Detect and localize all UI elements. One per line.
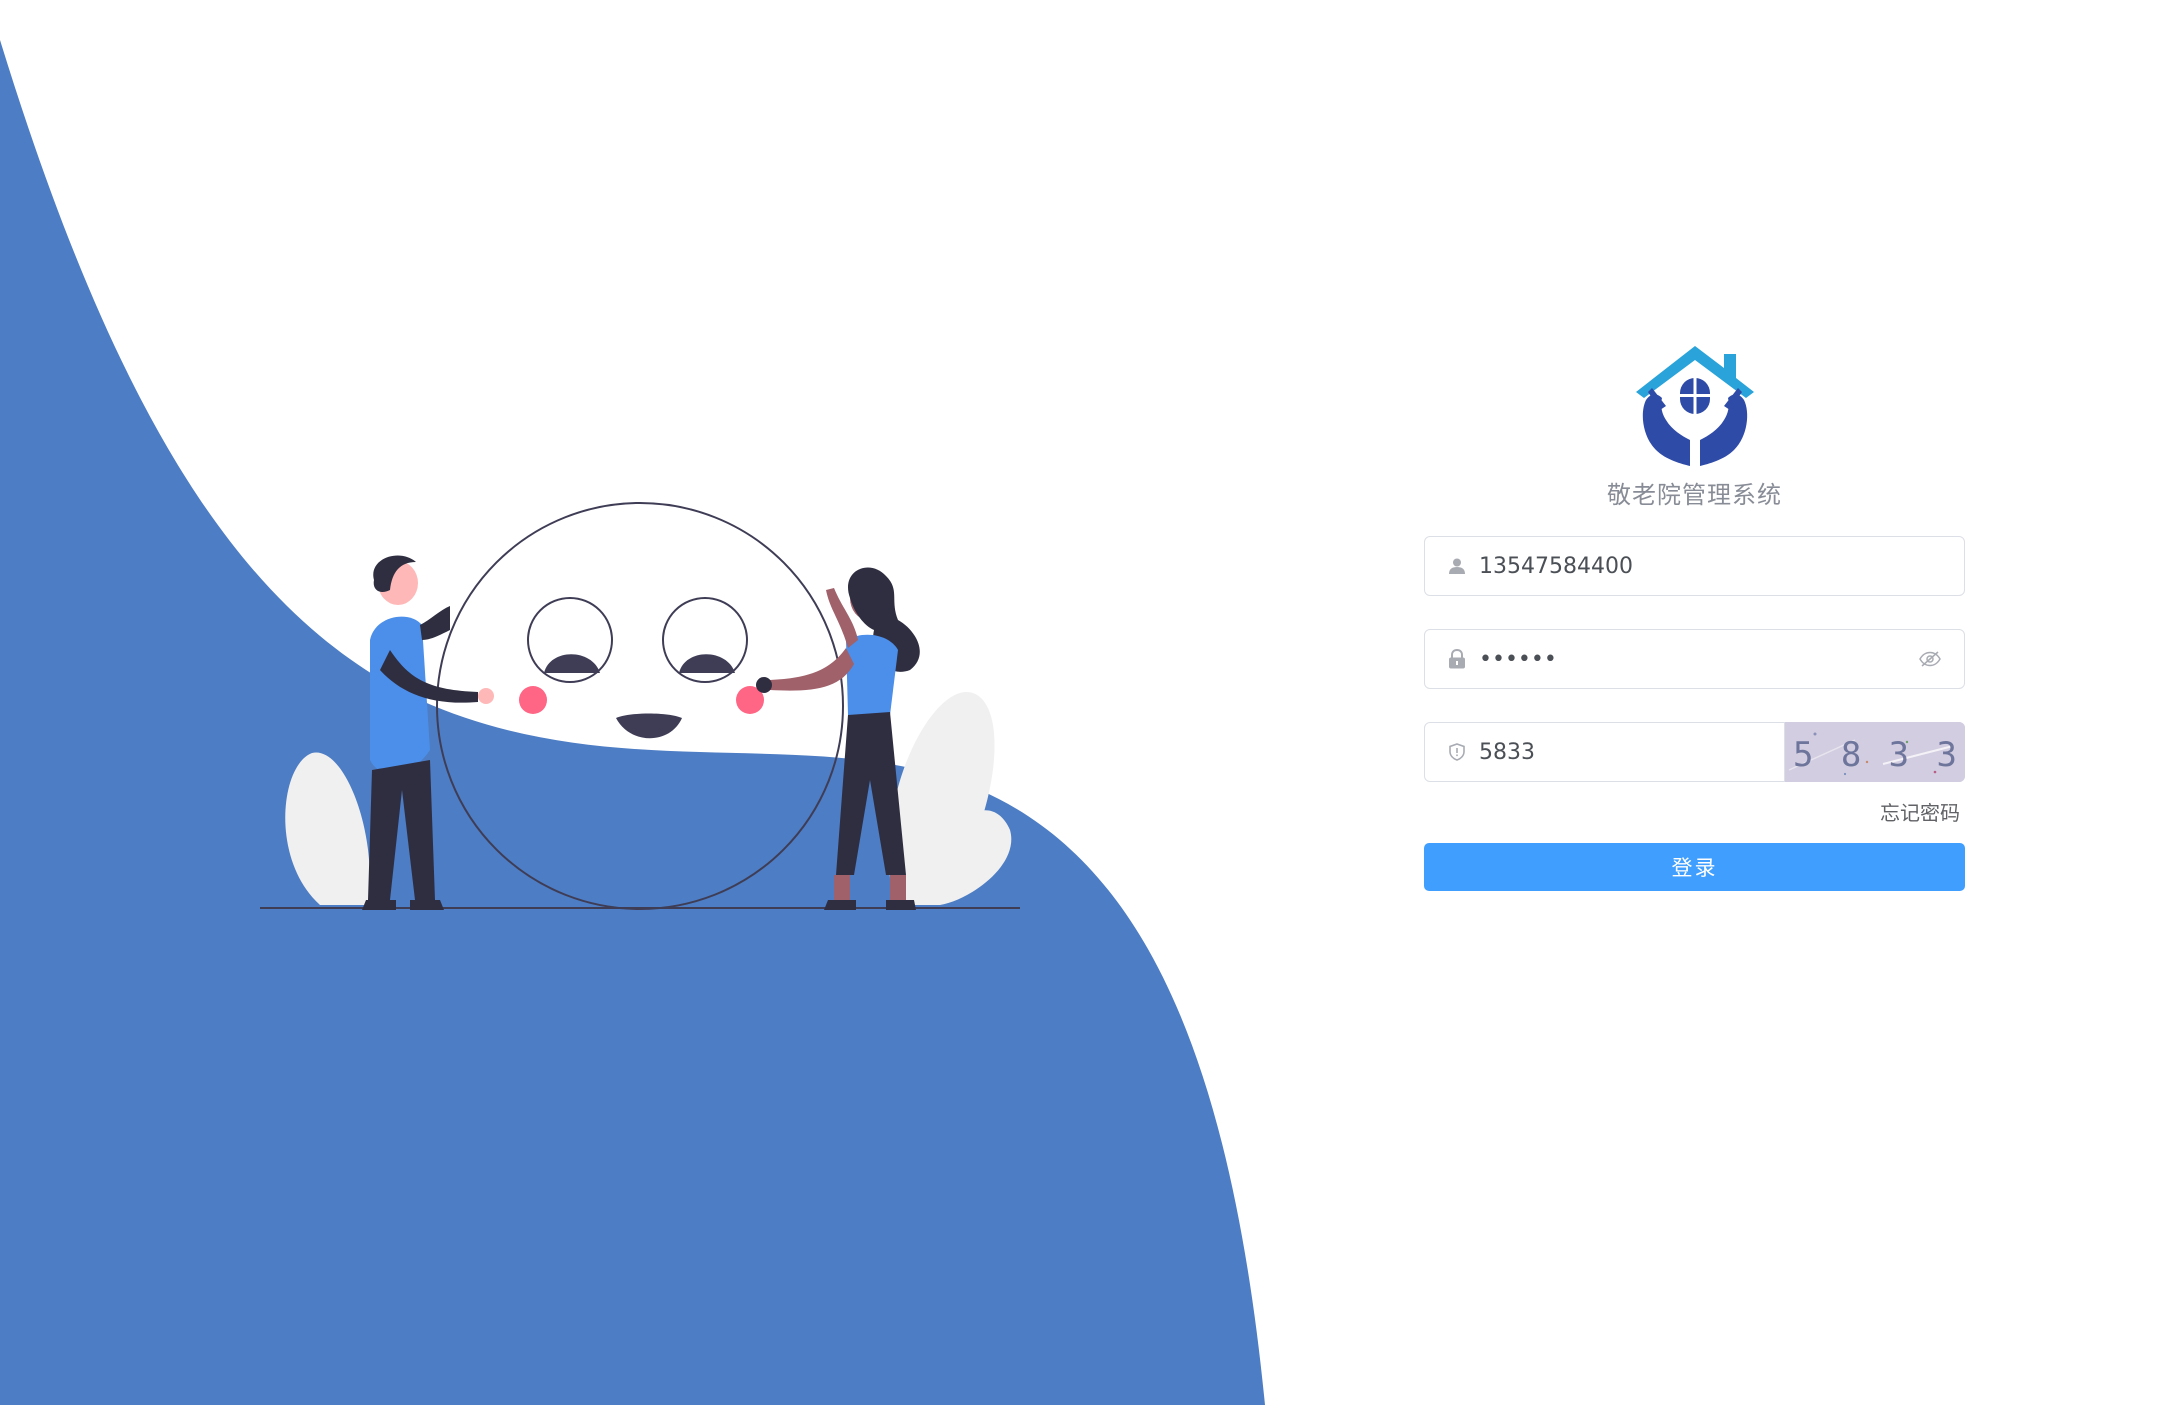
shield-icon [1447,742,1467,762]
face-circle [436,502,844,910]
login-page: 敬老院管理系统 13547584400 •••••• 5833 5833 忘记密… [0,0,2173,1405]
password-input[interactable] [1479,630,1918,688]
username-input[interactable] [1479,537,1964,595]
lock-icon [1447,649,1467,669]
captcha-field[interactable] [1424,722,1785,782]
login-panel: 敬老院管理系统 13547584400 •••••• 5833 5833 忘记密… [1424,340,1965,891]
captcha-input[interactable] [1479,723,1784,781]
forgot-password-link[interactable]: 忘记密码 [1424,798,1965,828]
user-icon [1447,556,1467,576]
eye-off-icon[interactable] [1918,647,1942,671]
captcha-image[interactable]: 5833 [1785,722,1965,782]
hero-illustration [260,502,1020,910]
nursing-home-logo-icon [1635,346,1754,466]
captcha-row: 5833 [1424,722,1965,782]
system-title: 敬老院管理系统 [1607,481,1782,509]
login-button[interactable]: 登录 [1424,843,1965,891]
left-leaf [285,752,370,905]
password-field[interactable] [1424,629,1965,689]
username-field[interactable] [1424,536,1965,596]
